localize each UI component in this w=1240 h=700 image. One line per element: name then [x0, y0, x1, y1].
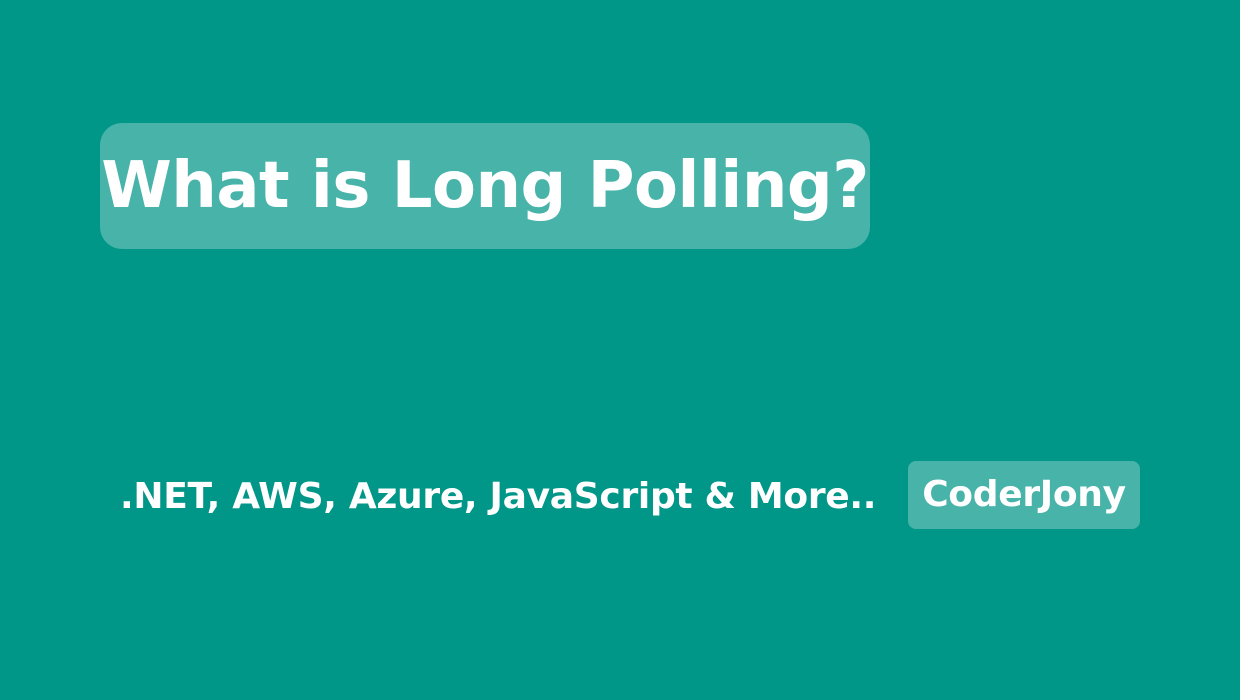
brand-name: CoderJony — [922, 474, 1126, 515]
title-badge: What is Long Polling? — [100, 123, 870, 249]
page-title: What is Long Polling? — [101, 149, 869, 223]
brand-badge: CoderJony — [908, 461, 1140, 529]
topics-tagline: .NET, AWS, Azure, JavaScript & More.. — [120, 476, 877, 517]
